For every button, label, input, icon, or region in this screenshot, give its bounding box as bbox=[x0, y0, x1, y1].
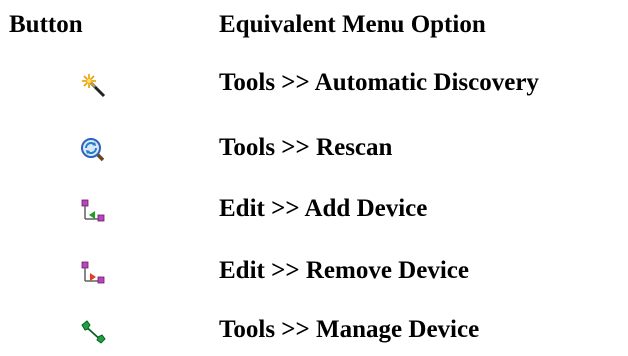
wrench-icon[interactable] bbox=[80, 319, 106, 345]
row-remove-device: Edit >> Remove Device bbox=[0, 254, 628, 294]
row-manage-device: Tools >> Manage Device bbox=[0, 313, 628, 353]
menu-option-label: Edit >> Add Device bbox=[219, 195, 428, 222]
row-add-device: Edit >> Add Device bbox=[0, 192, 628, 232]
header-menu-option: Equivalent Menu Option bbox=[219, 11, 486, 38]
row-rescan: Tools >> Rescan bbox=[0, 131, 628, 171]
menu-option-label: Edit >> Remove Device bbox=[219, 257, 469, 284]
magic-wand-icon[interactable] bbox=[80, 72, 106, 98]
menu-option-label: Tools >> Manage Device bbox=[219, 316, 480, 343]
header-button: Button bbox=[9, 11, 83, 38]
row-automatic-discovery: Tools >> Automatic Discovery bbox=[0, 66, 628, 106]
rescan-icon[interactable] bbox=[80, 137, 106, 163]
add-device-icon[interactable] bbox=[80, 198, 106, 224]
remove-device-icon[interactable] bbox=[80, 260, 106, 286]
menu-option-label: Tools >> Rescan bbox=[219, 134, 393, 161]
menu-option-label: Tools >> Automatic Discovery bbox=[219, 69, 539, 96]
